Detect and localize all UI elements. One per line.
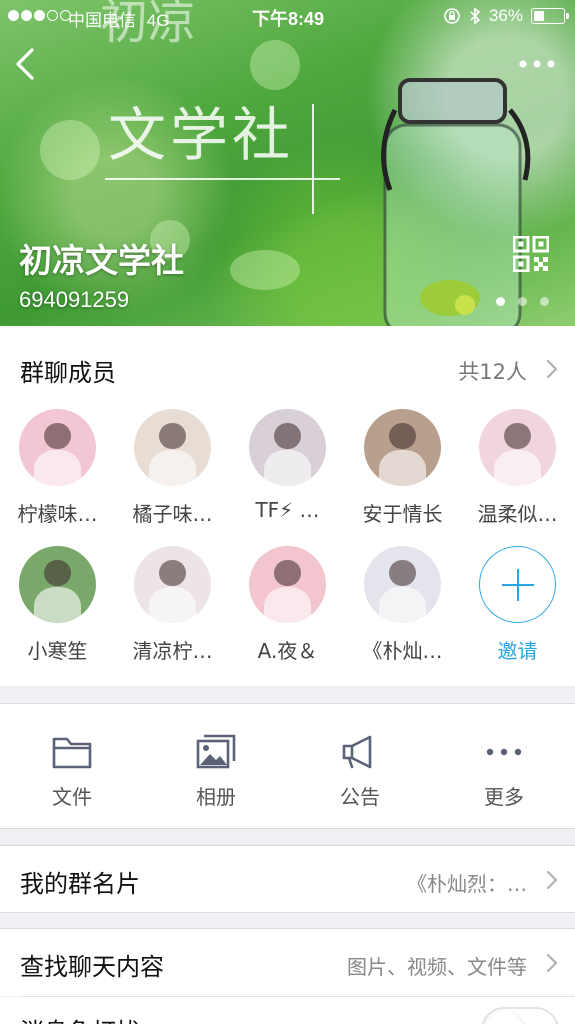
status-bar: 中国电信 4G 下午8:49 36% (0, 0, 575, 32)
member-name: A.夜＆ (257, 639, 318, 663)
member-item[interactable]: 清凉柠… (115, 546, 230, 676)
page-dot (540, 297, 549, 306)
announcement-button[interactable]: 公告 (288, 704, 432, 830)
add-icon (479, 546, 556, 623)
group-name: 初凉文学社 (19, 241, 184, 280)
cover-art-line (312, 104, 314, 214)
back-button[interactable] (10, 44, 40, 84)
megaphone-icon (342, 735, 372, 769)
member-avatar (134, 546, 211, 623)
member-name: 《朴灿… (362, 639, 443, 663)
quick-actions-bar: 文件 相册 公告 更多 (0, 703, 575, 829)
members-count: 共12人 (458, 360, 527, 384)
bluetooth-icon (470, 7, 481, 25)
carrier-label: 中国电信 4G (68, 6, 169, 31)
member-item[interactable]: 小寒笙 (0, 546, 115, 676)
bokeh-light (250, 40, 300, 90)
files-label: 文件 (52, 785, 92, 809)
member-avatar (249, 409, 326, 486)
members-title: 群聊成员 (20, 359, 116, 387)
chevron-right-icon (546, 359, 558, 379)
member-item[interactable]: 温柔似… (460, 409, 575, 539)
more-actions-label: 更多 (484, 785, 524, 809)
page-dot (518, 297, 527, 306)
member-name: 安于情长 (362, 502, 443, 526)
more-options-button[interactable] (517, 56, 557, 72)
invite-label: 邀请 (497, 639, 538, 663)
status-time: 下午8:49 (252, 9, 325, 29)
members-header-row[interactable]: 群聊成员 共12人 (0, 326, 575, 410)
member-item[interactable]: 安于情长 (345, 409, 460, 539)
battery-icon (531, 8, 569, 24)
member-name: 柠檬味… (17, 502, 98, 526)
qr-code-button[interactable] (513, 236, 549, 272)
folder-icon (52, 737, 92, 769)
group-cover-header: 初凉 文学社 中国电信 4G 下午8:49 36% 初凉文学社 69409125… (0, 0, 575, 326)
do-not-disturb-row: 消息免打扰 (0, 997, 575, 1024)
network-type: 4G (146, 11, 170, 30)
my-group-card-title: 我的群名片 (20, 870, 140, 898)
member-item[interactable]: A.夜＆ (230, 546, 345, 676)
signal-strength-icon (8, 10, 71, 21)
announcement-label: 公告 (340, 785, 380, 809)
carrier-name: 中国电信 (68, 11, 136, 30)
member-name: 温柔似… (477, 502, 558, 526)
album-button[interactable]: 相册 (144, 704, 288, 830)
album-label: 相册 (196, 785, 236, 809)
search-chat-row[interactable]: 查找聊天内容 图片、视频、文件等 (0, 928, 575, 996)
my-group-card-row[interactable]: 我的群名片 《朴灿烈：… (0, 845, 575, 913)
cover-art-text: 文学社 (108, 101, 295, 169)
files-button[interactable]: 文件 (0, 704, 144, 830)
battery-level (534, 11, 545, 21)
member-avatar (19, 409, 96, 486)
more-dots-icon (486, 748, 522, 756)
member-avatar (249, 546, 326, 623)
member-item[interactable]: 橘子味… (115, 409, 230, 539)
do-not-disturb-title: 消息免打扰 (20, 1012, 140, 1024)
group-id: 694091259 (19, 287, 130, 312)
bokeh-light (40, 120, 100, 180)
chevron-right-icon (546, 870, 558, 890)
member-item[interactable]: TF⚡ … (230, 409, 345, 539)
search-chat-title: 查找聊天内容 (20, 953, 164, 981)
page-dot (496, 297, 505, 306)
member-item[interactable]: 柠檬味… (0, 409, 115, 539)
member-name: 橘子味… (132, 502, 213, 526)
member-name: 小寒笙 (27, 639, 88, 663)
search-chat-hint: 图片、视频、文件等 (347, 955, 527, 979)
glass-jar-illustration (381, 78, 531, 326)
bokeh-light (230, 250, 300, 290)
cover-page-indicator (496, 297, 549, 306)
cover-art-line (105, 178, 340, 180)
invite-member-button[interactable]: 邀请 (460, 546, 575, 676)
more-actions-button[interactable]: 更多 (432, 704, 575, 830)
member-avatar (479, 409, 556, 486)
member-avatar (364, 409, 441, 486)
do-not-disturb-toggle[interactable] (481, 1007, 559, 1024)
member-avatar (19, 546, 96, 623)
rotation-lock-icon (444, 8, 460, 24)
member-name: 清凉柠… (132, 639, 213, 663)
battery-percent: 36% (488, 6, 523, 25)
member-avatar (364, 546, 441, 623)
toggle-knob (485, 1011, 523, 1024)
members-section: 群聊成员 共12人 柠檬味… 橘子味… TF⚡ … 安于情长 温柔似… 小寒笙 清凉柠… A.… (0, 326, 575, 686)
my-group-card-value: 《朴灿烈：… (407, 872, 527, 896)
chevron-right-icon (546, 953, 558, 973)
member-name: TF⚡ … (255, 498, 320, 522)
photo-album-icon (196, 734, 236, 769)
member-item[interactable]: 《朴灿… (345, 546, 460, 676)
member-avatar (134, 409, 211, 486)
